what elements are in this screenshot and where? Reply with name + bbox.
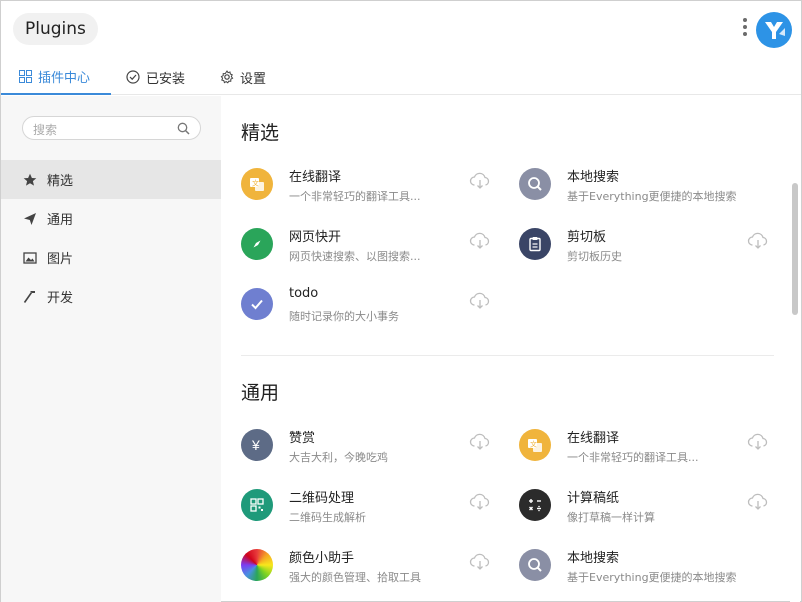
star-icon (21, 173, 39, 187)
plugin-card[interactable]: 二维码处理 二维码生成解析 (241, 487, 511, 537)
cloud-download-icon[interactable] (469, 172, 491, 190)
compass-icon (241, 228, 273, 260)
cloud-download-icon[interactable] (469, 553, 491, 571)
plugin-name: 网页快开 (289, 230, 342, 245)
svg-text:文: 文 (252, 179, 259, 188)
plugin-desc: 二维码生成解析 (289, 511, 366, 524)
plugin-name: 二维码处理 (289, 491, 355, 506)
scrollbar-track[interactable] (790, 96, 800, 602)
more-options-icon[interactable] (741, 18, 749, 40)
grid-icon (19, 69, 32, 83)
calculator-icon (519, 489, 551, 521)
tab-label: 插件中心 (38, 70, 91, 86)
plugin-desc: 网页快速搜索、以图搜索... (289, 250, 421, 263)
section-title-general: 通用 (241, 382, 280, 404)
check-circle-icon (126, 70, 140, 84)
plugin-card[interactable]: 本地搜索 基于Everything更便捷的本地搜索 (519, 547, 789, 597)
plugin-name: todo (289, 286, 319, 301)
sidebar-item-label: 图片 (47, 252, 74, 267)
plugin-name: 剪切板 (567, 230, 607, 245)
plugin-card[interactable]: 颜色小助手 强大的颜色管理、拾取工具 (241, 547, 511, 597)
yen-icon: ¥ (241, 429, 273, 461)
check-icon (241, 288, 273, 320)
plugin-card[interactable]: todo 随时记录你的大小事务 (241, 286, 511, 336)
plugin-desc: 随时记录你的大小事务 (289, 310, 399, 323)
plugin-name: 赞赏 (289, 431, 316, 446)
plugin-card[interactable]: 计算稿纸 像打草稿一样计算 (519, 487, 789, 537)
plugin-desc: 强大的颜色管理、拾取工具 (289, 571, 421, 584)
plugin-card[interactable]: 文 在线翻译 一个非常轻巧的翻译工具... (519, 427, 789, 477)
sidebar-item-general[interactable]: 通用 (1, 199, 221, 238)
sidebar-item-label: 精选 (47, 174, 74, 189)
hammer-icon (21, 290, 39, 304)
plugin-desc: 像打草稿一样计算 (567, 511, 655, 524)
sidebar-item-images[interactable]: 图片 (1, 238, 221, 277)
tab-bar: 插件中心 已安装 设置 (1, 59, 801, 95)
plugin-name: 本地搜索 (567, 551, 620, 566)
sidebar-item-label: 开发 (47, 291, 74, 306)
sidebar-item-label: 通用 (47, 213, 74, 228)
qrcode-icon (241, 489, 273, 521)
sidebar-item-featured[interactable]: 精选 (1, 160, 221, 199)
color-wheel-icon (241, 549, 273, 581)
plugin-desc: 基于Everything更便捷的本地搜索 (567, 571, 737, 584)
plugin-desc: 剪切板历史 (567, 250, 622, 263)
cloud-download-icon[interactable] (747, 232, 769, 250)
sidebar: 搜索 精选 通用 图片 开发 (1, 96, 221, 602)
search-input[interactable]: 搜索 (22, 116, 201, 140)
cloud-download-icon[interactable] (747, 433, 769, 451)
search-icon (519, 549, 551, 581)
tab-settings[interactable]: 设置 (220, 59, 290, 95)
plugin-card[interactable]: ¥ 赞赏 大吉大利，今晚吃鸡 (241, 427, 511, 477)
send-icon (21, 212, 39, 226)
plugin-name: 本地搜索 (567, 170, 620, 185)
tab-label: 设置 (240, 71, 267, 87)
translate-icon: 文 (241, 168, 273, 200)
plugin-name: 在线翻译 (289, 170, 342, 185)
cloud-download-icon[interactable] (747, 493, 769, 511)
plugin-card[interactable]: 剪切板 剪切板历史 (519, 226, 789, 276)
plugin-desc: 基于Everything更便捷的本地搜索 (567, 190, 737, 203)
scrollbar-thumb[interactable] (792, 183, 798, 315)
cloud-download-icon[interactable] (469, 232, 491, 250)
search-icon (519, 168, 551, 200)
plugin-card[interactable]: 文 在线翻译 一个非常轻巧的翻译工具... (241, 166, 511, 216)
cloud-download-icon[interactable] (469, 493, 491, 511)
plugin-desc: 一个非常轻巧的翻译工具... (567, 451, 699, 464)
app-title: Plugins (13, 13, 98, 45)
app-logo-icon[interactable] (756, 12, 792, 48)
search-placeholder: 搜索 (33, 123, 58, 137)
sidebar-item-dev[interactable]: 开发 (1, 277, 221, 316)
clipboard-icon (519, 228, 551, 260)
cloud-download-icon[interactable] (469, 433, 491, 451)
plugin-name: 在线翻译 (567, 431, 620, 446)
plugin-card[interactable]: 网页快开 网页快速搜索、以图搜索... (241, 226, 511, 276)
plugin-name: 颜色小助手 (289, 551, 355, 566)
plugin-list: 精选 文 在线翻译 一个非常轻巧的翻译工具... 本地搜索 基于Everythi… (223, 96, 789, 602)
section-title-featured: 精选 (241, 122, 280, 144)
plugin-desc: 一个非常轻巧的翻译工具... (289, 190, 421, 203)
cloud-download-icon[interactable] (469, 292, 491, 310)
svg-text:¥: ¥ (251, 437, 260, 453)
translate-icon: 文 (519, 429, 551, 461)
tab-label: 已安装 (146, 71, 186, 87)
search-icon[interactable] (177, 122, 190, 135)
section-divider (241, 355, 774, 356)
plugin-card[interactable]: 本地搜索 基于Everything更便捷的本地搜索 (519, 166, 789, 216)
plugin-desc: 大吉大利，今晚吃鸡 (289, 451, 388, 464)
tab-plugin-center[interactable]: 插件中心 (1, 59, 111, 95)
gear-icon (220, 70, 234, 84)
title-bar: Plugins (1, 1, 801, 57)
plugin-name: 计算稿纸 (567, 491, 620, 506)
image-icon (21, 251, 39, 265)
svg-text:文: 文 (530, 440, 537, 449)
tab-installed[interactable]: 已安装 (126, 59, 206, 95)
